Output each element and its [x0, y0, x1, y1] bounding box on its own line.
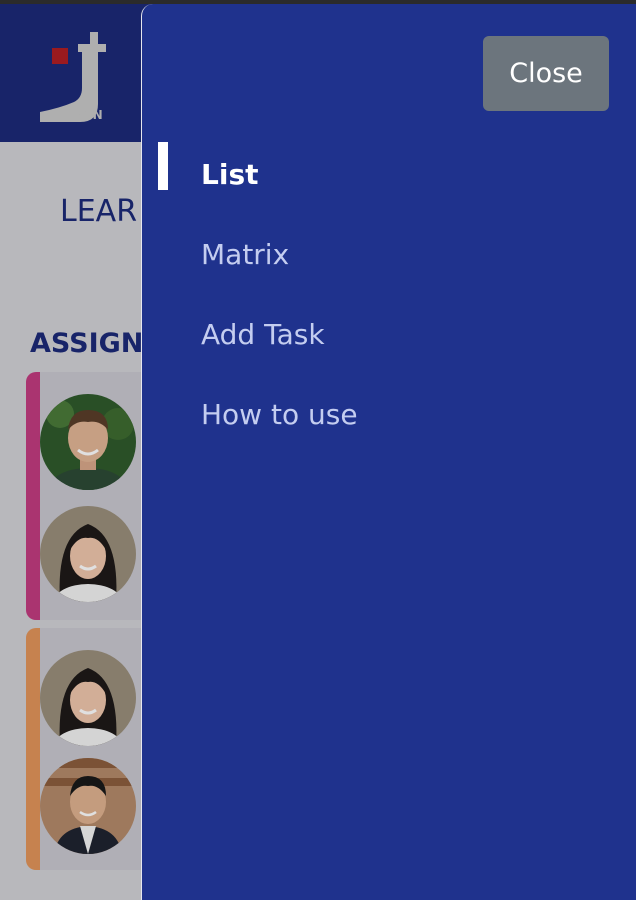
menu-item-label: List: [201, 157, 259, 191]
active-indicator: [158, 142, 168, 190]
menu-item-matrix[interactable]: Matrix: [142, 214, 636, 294]
offcanvas-menu: Close List Matrix Add Task How to use: [141, 4, 636, 900]
menu-list: List Matrix Add Task How to use: [142, 134, 636, 454]
menu-item-label: Add Task: [201, 317, 325, 351]
menu-item-add-task[interactable]: Add Task: [142, 294, 636, 374]
menu-item-list[interactable]: List: [142, 134, 636, 214]
close-button[interactable]: Close: [483, 36, 609, 111]
menu-item-label: How to use: [201, 397, 358, 431]
menu-item-label: Matrix: [201, 237, 290, 271]
menu-item-how-to-use[interactable]: How to use: [142, 374, 636, 454]
